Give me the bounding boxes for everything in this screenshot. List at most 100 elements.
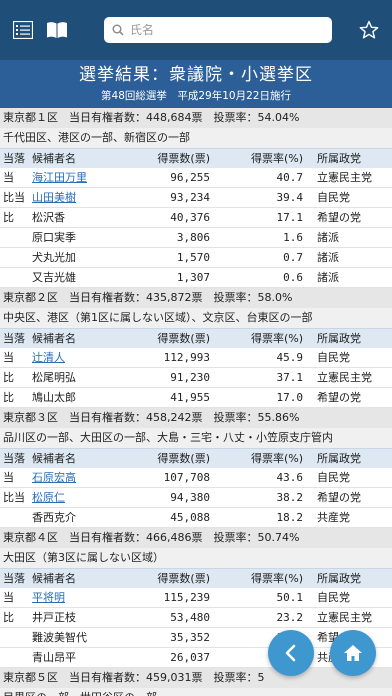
candidate-row[interactable]: 当 平将明 115,239 50.1 自民党 bbox=[0, 588, 392, 608]
votes-col-header: 得票数(票) bbox=[157, 571, 210, 585]
vote-rate: 45.9 bbox=[276, 350, 304, 364]
vote-rate: 38.2 bbox=[276, 490, 304, 504]
result-col-header: 当落 bbox=[3, 331, 25, 345]
candidate-name-link[interactable]: 平将明 bbox=[29, 588, 135, 608]
vote-count: 41,955 bbox=[170, 390, 210, 404]
vote-count: 107,708 bbox=[163, 470, 210, 484]
result-mark: 当 bbox=[3, 590, 14, 604]
search-input[interactable] bbox=[130, 23, 310, 37]
party-name: 諸派 bbox=[317, 230, 339, 244]
candidate-name: 青山昂平 bbox=[32, 650, 76, 664]
candidate-row[interactable]: 比当 松原仁 94,380 38.2 希望の党 bbox=[0, 488, 392, 508]
vote-rate: 18.2 bbox=[276, 510, 304, 524]
vote-count: 115,239 bbox=[163, 590, 210, 604]
candidate-row[interactable]: 当 石原宏高 107,708 43.6 自民党 bbox=[0, 468, 392, 488]
vote-count: 40,376 bbox=[170, 210, 210, 224]
party-name: 諸派 bbox=[317, 250, 339, 264]
vote-count: 1,307 bbox=[176, 270, 210, 284]
party-name: 希望の党 bbox=[317, 210, 361, 224]
candidate-name-link[interactable]: 辻清人 bbox=[29, 348, 135, 368]
party-name: 自民党 bbox=[317, 350, 350, 364]
vote-rate: 0.7 bbox=[283, 250, 303, 264]
result-mark: 当 bbox=[3, 470, 14, 484]
vote-rate: 0.6 bbox=[283, 270, 303, 284]
party-name: 自民党 bbox=[317, 190, 350, 204]
candidate-name: 井戸正枝 bbox=[32, 610, 76, 624]
candidate-row: 香西克介 45,088 18.2 共産党 bbox=[0, 508, 392, 528]
candidate-row[interactable]: 当 海江田万里 96,255 40.7 立憲民主党 bbox=[0, 168, 392, 188]
party-name: 希望の党 bbox=[317, 490, 361, 504]
results-header: 選挙結果：衆議院・小選挙区 第48回総選挙 平成29年10月22日施行 bbox=[0, 60, 392, 108]
results-list: 東京都１区 当日有権者数：448,684票 投票率：54.04% 千代田区、港区の… bbox=[0, 108, 392, 696]
page-title: 選挙結果：衆議院・小選挙区 bbox=[79, 65, 313, 85]
candidate-name: 松尾明弘 bbox=[32, 370, 76, 384]
candidate-name: 又吉光雄 bbox=[32, 270, 76, 284]
candidate-name: 鳩山太郎 bbox=[32, 390, 76, 404]
vote-count: 1,570 bbox=[176, 250, 210, 264]
candidate-name: 難波美智代 bbox=[32, 630, 87, 644]
party-name: 諸派 bbox=[317, 270, 339, 284]
back-button[interactable] bbox=[268, 630, 314, 676]
list-icon[interactable] bbox=[10, 17, 36, 43]
vote-rate: 50.1 bbox=[276, 590, 304, 604]
vote-count: 45,088 bbox=[170, 510, 210, 524]
rate-col-header: 得票率(%) bbox=[250, 331, 303, 345]
candidate-name: 香西克介 bbox=[32, 510, 76, 524]
vote-rate: 37.1 bbox=[276, 370, 304, 384]
candidate-row: 又吉光雄 1,307 0.6 諸派 bbox=[0, 268, 392, 288]
result-mark: 比当 bbox=[3, 190, 25, 204]
candidate-name: 犬丸光加 bbox=[32, 250, 76, 264]
result-mark: 当 bbox=[3, 350, 14, 364]
rate-col-header: 得票率(%) bbox=[250, 451, 303, 465]
result-mark: 比 bbox=[3, 370, 14, 384]
candidate-name-link[interactable]: 海江田万里 bbox=[29, 168, 135, 188]
rate-col-header: 得票率(%) bbox=[250, 571, 303, 585]
candidate-row: 比 鳩山太郎 41,955 17.0 希望の党 bbox=[0, 388, 392, 408]
candidate-name-link[interactable]: 松原仁 bbox=[29, 488, 135, 508]
table-header: 当落 候補者名 得票数(票) 得票率(%) 所属政党 bbox=[0, 448, 392, 468]
result-mark: 比 bbox=[3, 390, 14, 404]
name-col-header: 候補者名 bbox=[32, 151, 76, 165]
candidate-row: 原口実季 3,806 1.6 諸派 bbox=[0, 228, 392, 248]
result-col-header: 当落 bbox=[3, 571, 25, 585]
votes-col-header: 得票数(票) bbox=[157, 331, 210, 345]
result-mark: 当 bbox=[3, 170, 14, 184]
result-mark: 比当 bbox=[3, 490, 25, 504]
name-col-header: 候補者名 bbox=[32, 331, 76, 345]
candidate-name-link[interactable]: 石原宏高 bbox=[29, 468, 135, 488]
candidate-row[interactable]: 当 辻清人 112,993 45.9 自民党 bbox=[0, 348, 392, 368]
party-name: 自民党 bbox=[317, 470, 350, 484]
search-box[interactable] bbox=[104, 17, 332, 43]
candidate-name-link[interactable]: 山田美樹 bbox=[29, 188, 135, 208]
name-col-header: 候補者名 bbox=[32, 451, 76, 465]
top-bar bbox=[0, 0, 392, 60]
rate-col-header: 得票率(%) bbox=[250, 151, 303, 165]
candidate-name: 原口実季 bbox=[32, 230, 76, 244]
vote-count: 26,037 bbox=[170, 650, 210, 664]
vote-count: 35,352 bbox=[170, 630, 210, 644]
district-info: 東京都３区 当日有権者数：458,242票 投票率：55.86% bbox=[0, 408, 392, 428]
book-icon[interactable] bbox=[44, 17, 70, 43]
vote-rate: 43.6 bbox=[276, 470, 304, 484]
district-info: 東京都１区 当日有権者数：448,684票 投票率：54.04% bbox=[0, 108, 392, 128]
result-mark: 比 bbox=[3, 210, 14, 224]
candidate-row[interactable]: 比当 山田美樹 93,234 39.4 自民党 bbox=[0, 188, 392, 208]
name-col-header: 候補者名 bbox=[32, 571, 76, 585]
party-col-header: 所属政党 bbox=[317, 331, 361, 345]
vote-count: 3,806 bbox=[176, 230, 210, 244]
party-col-header: 所属政党 bbox=[317, 451, 361, 465]
result-col-header: 当落 bbox=[3, 151, 25, 165]
home-button[interactable] bbox=[330, 630, 376, 676]
vote-count: 112,993 bbox=[163, 350, 210, 364]
party-col-header: 所属政党 bbox=[317, 151, 361, 165]
candidate-row: 犬丸光加 1,570 0.7 諸派 bbox=[0, 248, 392, 268]
vote-count: 91,230 bbox=[170, 370, 210, 384]
star-icon[interactable] bbox=[356, 17, 382, 43]
district-area: 品川区の一部、大田区の一部、大島・三宅・八丈・小笠原支庁管内 bbox=[0, 428, 392, 448]
district-area: 千代田区、港区の一部、新宿区の一部 bbox=[0, 128, 392, 148]
votes-col-header: 得票数(票) bbox=[157, 451, 210, 465]
result-col-header: 当落 bbox=[3, 451, 25, 465]
district-area: 目黒区の一部、世田谷区の一部 bbox=[0, 688, 392, 696]
party-name: 立憲民主党 bbox=[317, 170, 372, 184]
party-col-header: 所属政党 bbox=[317, 571, 361, 585]
